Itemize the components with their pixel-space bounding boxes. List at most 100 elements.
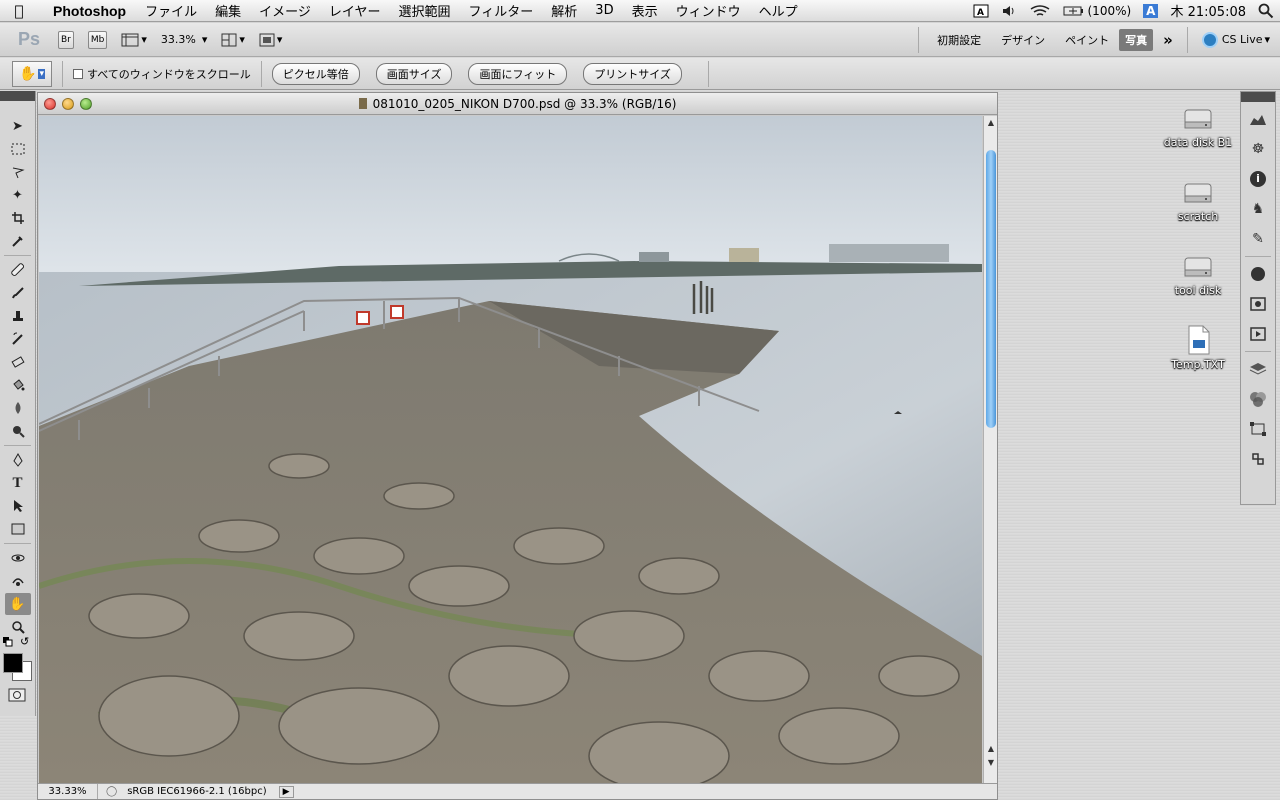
view-extras-dropdown[interactable]: ▾ [121, 33, 147, 47]
document-canvas[interactable] [39, 116, 982, 783]
menu-image[interactable]: イメージ [250, 1, 320, 20]
menu-file[interactable]: ファイル [136, 1, 206, 20]
brush-tool-icon[interactable] [5, 282, 31, 304]
actions-panel-icon[interactable] [1244, 321, 1272, 347]
tools-panel-grip[interactable] [0, 91, 35, 101]
quick-mask-icon[interactable] [8, 688, 26, 705]
path-selection-tool-icon[interactable] [5, 495, 31, 517]
tool-preset-picker[interactable]: ✋ ▾ [12, 60, 52, 87]
menu-help[interactable]: ヘルプ [750, 1, 807, 20]
crop-tool-icon[interactable] [5, 207, 31, 229]
input-method-icon[interactable]: A [1137, 3, 1164, 18]
histogram-panel-icon[interactable] [1244, 106, 1272, 132]
tool-presets-panel-icon[interactable]: ✎ [1244, 226, 1272, 252]
workspace-essentials[interactable]: 初期設定 [927, 32, 991, 48]
arrange-documents-dropdown[interactable]: ▾ [221, 33, 245, 47]
history-panel-icon[interactable] [1244, 446, 1272, 472]
channels-thumbnail-icon[interactable] [1244, 291, 1272, 317]
type-tool-icon[interactable]: T [5, 472, 31, 494]
brush-panel-icon[interactable] [1244, 261, 1272, 287]
paths-panel-icon[interactable] [1244, 416, 1272, 442]
fit-screen-button[interactable]: 画面サイズ [375, 62, 453, 85]
clone-source-panel-icon[interactable]: ♞ [1244, 196, 1272, 222]
scroll-all-windows-checkbox[interactable]: すべてのウィンドウをスクロール [73, 66, 251, 82]
zoom-level-dropdown[interactable]: 33.3% ▾ [161, 33, 207, 46]
spotlight-search-icon[interactable] [1252, 3, 1280, 19]
pen-tool-icon[interactable] [5, 449, 31, 471]
screen-mode-dropdown[interactable]: ▾ [259, 33, 282, 47]
keyboard-viewer-icon[interactable]: A [967, 4, 995, 18]
eyedropper-tool-icon[interactable] [5, 230, 31, 252]
panel-dock-grip[interactable] [1241, 92, 1275, 102]
status-menu-arrow-icon[interactable]: ▶ [278, 785, 294, 798]
actual-pixels-button[interactable]: ピクセル等倍 [271, 62, 360, 85]
marquee-tool-icon[interactable] [5, 138, 31, 160]
eraser-tool-icon[interactable] [5, 351, 31, 373]
blur-tool-icon[interactable] [5, 397, 31, 419]
volume-icon[interactable] [995, 4, 1023, 18]
move-tool-icon[interactable]: ➤ [5, 115, 31, 137]
menu-select[interactable]: 選択範囲 [390, 1, 460, 20]
workspace-design[interactable]: デザイン [991, 32, 1055, 48]
history-brush-tool-icon[interactable] [5, 328, 31, 350]
apple-menu-icon[interactable]:  [0, 2, 38, 20]
menu-filter[interactable]: フィルター [460, 1, 543, 20]
scroll-down-arrow-icon[interactable]: ▼ [984, 758, 998, 767]
scroll-up-arrow-icon[interactable]: ▲ [984, 744, 998, 753]
document-window: 081010_0205_NIKON D700.psd @ 33.3% (RGB/… [37, 92, 998, 800]
menu-3d[interactable]: 3D [586, 3, 622, 18]
psd-file-icon [358, 97, 367, 109]
mini-bridge-button[interactable]: Mb [87, 30, 108, 49]
foreground-color-swatch[interactable] [3, 653, 23, 673]
healing-brush-tool-icon[interactable] [5, 259, 31, 281]
menu-layer[interactable]: レイヤー [320, 1, 390, 20]
app-name-menu[interactable]: Photoshop [38, 3, 136, 19]
breakwater-photo [39, 116, 982, 783]
info-panel-icon[interactable]: i [1244, 166, 1272, 192]
wifi-icon[interactable] [1023, 4, 1057, 18]
menu-analysis[interactable]: 解析 [542, 1, 586, 20]
clock[interactable]: 木 21:05:08 [1164, 1, 1252, 20]
status-zoom-field[interactable]: 33.33% [38, 784, 98, 799]
3d-orbit-tool-icon[interactable] [5, 570, 31, 592]
quick-selection-tool-icon[interactable]: ✦ [5, 184, 31, 206]
document-title-bar[interactable]: 081010_0205_NIKON D700.psd @ 33.3% (RGB/… [38, 93, 997, 115]
hand-tool-icon[interactable]: ✋ [4, 593, 31, 615]
channels-panel-icon[interactable] [1244, 386, 1272, 412]
menu-edit[interactable]: 編集 [206, 1, 250, 20]
workspace-photography[interactable]: 写真 [1119, 28, 1154, 51]
checkbox-box[interactable] [73, 68, 83, 79]
fill-screen-button[interactable]: 画面にフィット [468, 62, 568, 85]
clone-stamp-tool-icon[interactable] [5, 305, 31, 327]
vertical-scrollbar[interactable]: ▲ ▲ ▼ [983, 116, 997, 783]
print-size-button[interactable]: プリントサイズ [583, 62, 682, 85]
workspace-painting[interactable]: ペイント [1055, 32, 1119, 48]
lasso-tool-icon[interactable] [5, 161, 31, 183]
hard-disk-icon [1182, 102, 1214, 134]
menu-view[interactable]: 表示 [623, 1, 667, 20]
swap-colors-icon[interactable]: ↺ [20, 635, 29, 648]
bridge-button[interactable]: Br [58, 30, 74, 49]
navigator-panel-icon[interactable]: ☸ [1244, 136, 1272, 162]
battery-icon[interactable]: (100%) [1057, 4, 1138, 18]
3d-rotate-tool-icon[interactable] [5, 547, 31, 569]
scroll-up-arrow-icon[interactable]: ▲ [984, 118, 998, 127]
desktop-icon-tool-disk[interactable]: tool disk [1153, 250, 1243, 297]
desktop-icon-temp-txt[interactable]: Temp.TXT [1153, 324, 1243, 371]
document-title: 081010_0205_NIKON D700.psd @ 33.3% (RGB/… [38, 97, 997, 111]
more-workspaces-icon[interactable]: » [1153, 31, 1183, 49]
rectangle-tool-icon[interactable] [5, 518, 31, 540]
paint-bucket-tool-icon[interactable] [5, 374, 31, 396]
desktop-icon-data-disk-b1[interactable]: data disk B1 [1153, 102, 1243, 149]
application-bar: Ps Br Mb ▾ 33.3% ▾ ▾ ▾ 初期設定 デザイン ペイント 写真 … [0, 23, 1280, 57]
dodge-tool-icon[interactable] [5, 420, 31, 442]
options-bar: ✋ ▾ すべてのウィンドウをスクロール ピクセル等倍 画面サイズ 画面にフィット … [0, 58, 1280, 90]
desktop-icon-scratch[interactable]: scratch [1153, 176, 1243, 223]
vertical-scroll-thumb[interactable] [986, 150, 996, 428]
layers-panel-icon[interactable] [1244, 356, 1272, 382]
hard-disk-icon [1182, 176, 1214, 208]
default-colors-icon[interactable] [3, 636, 13, 647]
status-info-icon[interactable]: ◯ [106, 786, 117, 797]
menu-window[interactable]: ウィンドウ [667, 1, 750, 20]
cs-live-menu[interactable]: CS Live ▾ [1192, 31, 1280, 48]
